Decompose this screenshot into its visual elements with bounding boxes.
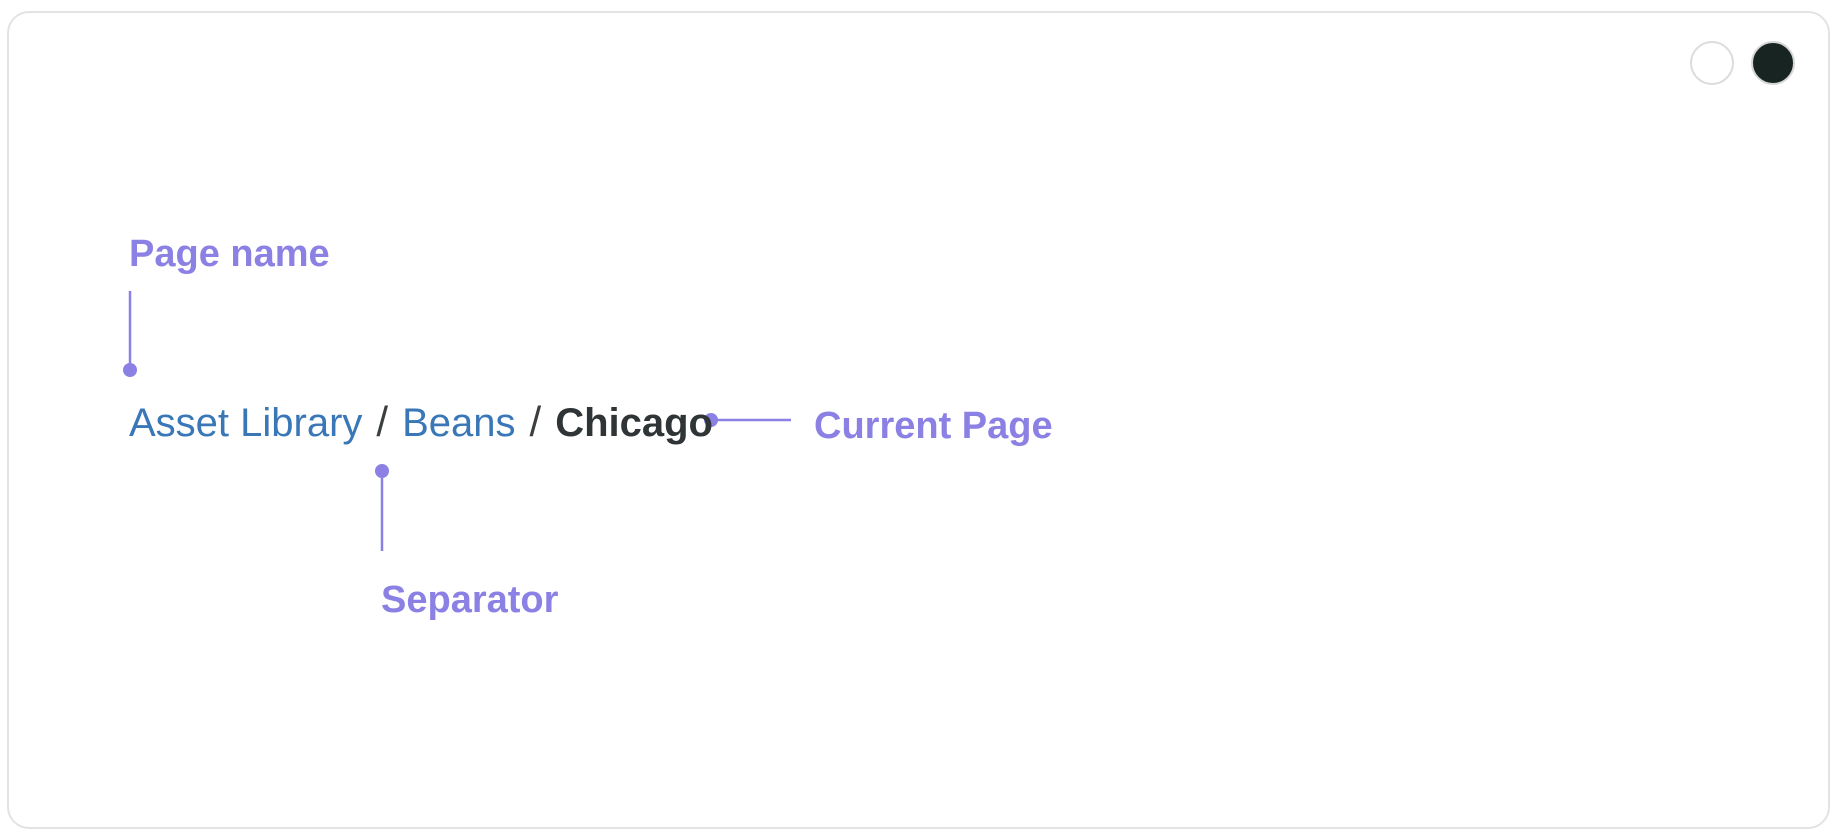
breadcrumb-current-page: Chicago <box>555 401 713 445</box>
breadcrumb-separator: / <box>529 398 542 445</box>
breadcrumb-link-asset-library[interactable]: Asset Library <box>129 403 362 443</box>
separator-callout-dot <box>375 464 389 478</box>
page-name-callout-dot <box>123 363 137 377</box>
breadcrumb-link-beans[interactable]: Beans <box>402 403 515 443</box>
breadcrumb: Asset Library / Beans / Chicago <box>129 398 713 445</box>
breadcrumb-separator: / <box>376 398 389 445</box>
